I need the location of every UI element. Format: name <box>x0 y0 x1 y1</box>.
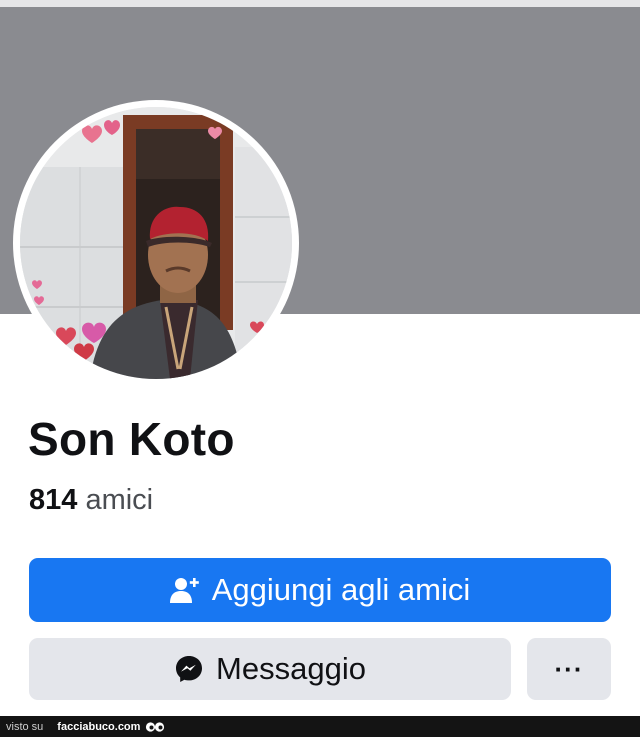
watermark-site: facciabuco.com <box>57 720 141 733</box>
watermark-prefix: visto su <box>6 720 44 733</box>
watermark-footer: visto su facciabuco.com <box>0 716 640 737</box>
add-friend-button[interactable]: Aggiungi agli amici <box>29 558 611 622</box>
add-person-icon <box>169 576 200 604</box>
profile-picture[interactable] <box>20 107 292 379</box>
mascot-eyes-icon <box>145 721 165 733</box>
friends-count-link[interactable]: 814 amici <box>29 484 153 517</box>
more-button[interactable]: ··· <box>527 638 611 700</box>
profile-name: Son Koto <box>28 413 235 465</box>
more-icon: ··· <box>554 653 584 684</box>
friends-count: 814 <box>29 484 78 516</box>
add-friend-label: Aggiungi agli amici <box>211 572 471 607</box>
messenger-icon <box>174 654 204 684</box>
friends-label: amici <box>85 484 154 516</box>
top-strip <box>0 0 640 7</box>
message-button[interactable]: Messaggio <box>29 638 511 700</box>
message-label: Messaggio <box>216 651 366 686</box>
profile-photo-illustration <box>20 107 292 379</box>
